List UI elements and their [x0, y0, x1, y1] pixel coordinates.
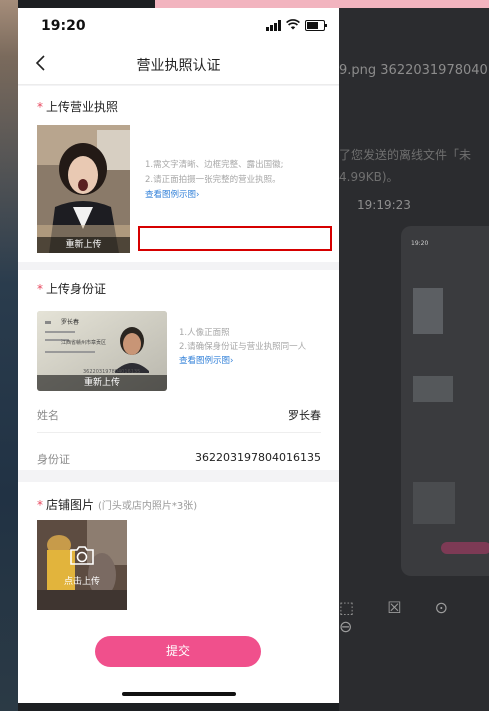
store-photos-hint: (门头或店内照片*3张): [98, 501, 198, 512]
wifi-icon: [286, 19, 300, 32]
home-indicator: [122, 692, 236, 696]
navigation-bar: 营业执照认证: [18, 44, 339, 85]
mini-license-thumb: [413, 288, 443, 334]
highlight-annotation-box: [138, 226, 332, 251]
id-card-title: * 上传身份证: [37, 282, 107, 296]
id-number-value[interactable]: 362203197804016135: [195, 451, 321, 464]
click-upload-label: 点击上传: [63, 577, 100, 587]
tip-line: 2.请正面拍摄一张完整的营业执照。: [145, 175, 281, 185]
id-number-row: 身份证 362203197804016135: [37, 440, 321, 476]
license-photo-image: [37, 125, 130, 253]
camera-icon: [37, 544, 127, 570]
background-photo-strip: [0, 0, 18, 711]
store-photo-upload[interactable]: 点击上传: [37, 520, 127, 610]
id-card-name-text: 罗长春: [61, 319, 80, 326]
id-card-tips: 1.人像正面照 2.请确保身份证与营业执照同一人 查看图例示图›: [179, 326, 306, 368]
background-message-line: 4.99KB)。: [339, 170, 399, 184]
background-chat-panel: 9.png 3622031978040 了您发送的离线文件「未 4.99KB)。…: [339, 8, 489, 711]
id-reupload-button[interactable]: 重新上传: [37, 375, 167, 391]
background-file-name: 9.png 3622031978040: [339, 63, 488, 78]
required-star: *: [37, 100, 43, 114]
name-label: 姓名: [37, 409, 59, 422]
submit-button[interactable]: 提交: [95, 636, 261, 667]
mini-submit: [441, 542, 489, 554]
store-photos-title: * 店铺图片 (门头或店内照片*3张): [37, 498, 198, 512]
status-bar: 19:20: [18, 8, 339, 44]
background-screenshot-thumbnail[interactable]: 19:20: [401, 226, 489, 576]
business-license-tips: 1.需文字清晰、边框完整、露出国徽; 2.请正面拍摄一张完整的营业执照。 查看图…: [145, 158, 283, 203]
background-message-time: 19:19:23: [357, 198, 411, 212]
store-photos-section: * 店铺图片 (门头或店内照片*3张) 点击上传: [18, 482, 339, 703]
tip-line: 2.请确保身份证与营业执照同一人: [179, 342, 307, 352]
background-top-strip: [155, 0, 489, 8]
license-example-link[interactable]: 查看图例示图›: [145, 188, 283, 203]
business-license-section: * 上传营业执照 重新上传 1.需文字清晰、边框完整、露出国徽; 2.请正面拍摄一…: [18, 86, 339, 262]
cellular-signal-icon: [266, 20, 281, 31]
id-card-address-text: 江西省赣州市章贡区: [61, 340, 107, 346]
mini-id-thumb: [413, 376, 453, 402]
tip-line: 1.需文字清晰、边框完整、露出国徽;: [145, 160, 284, 170]
battery-icon: [305, 20, 327, 31]
phone-screen: 19:20 营业执照认证 * 上传营业执照 重新上传 1.需文字清晰、边框完整、…: [18, 8, 339, 703]
page-title: 营业执照认证: [136, 58, 221, 74]
tip-line: 1.人像正面照: [179, 328, 230, 338]
required-star: *: [37, 498, 43, 512]
business-license-photo[interactable]: 重新上传: [37, 125, 130, 253]
status-time: 19:20: [41, 18, 86, 34]
name-row: 姓名 罗长春: [37, 396, 321, 433]
background-message-line: 了您发送的离线文件「未: [339, 148, 472, 162]
status-icons: [266, 19, 327, 32]
name-value[interactable]: 罗长春: [288, 407, 321, 423]
background-toolbar-icons[interactable]: ⬚ ☒ ⊙ ⊖: [339, 598, 489, 636]
mini-store-thumb: [413, 482, 455, 524]
business-license-title: * 上传营业执照: [37, 100, 119, 114]
license-reupload-button[interactable]: 重新上传: [37, 237, 130, 253]
id-number-label: 身份证: [37, 453, 70, 466]
id-card-section: * 上传身份证 罗长春 江西省赣州市章贡区 362203197804016135 …: [18, 270, 339, 470]
mini-status-time: 19:20: [411, 240, 429, 247]
id-example-link[interactable]: 查看图例示图›: [179, 354, 306, 368]
id-card-photo[interactable]: 罗长春 江西省赣州市章贡区 362203197804016135 重新上传: [37, 311, 167, 391]
required-star: *: [37, 282, 43, 296]
